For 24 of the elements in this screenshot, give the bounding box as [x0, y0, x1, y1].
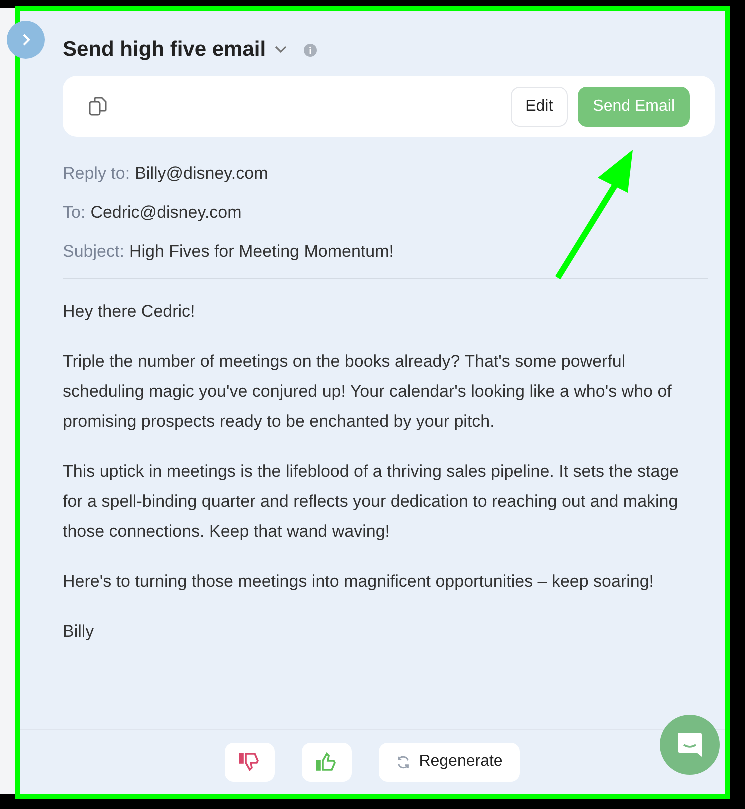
thumbs-up-button[interactable]	[302, 742, 352, 782]
email-paragraph: Billy	[63, 621, 96, 643]
header-value: Billy@disney.com	[135, 163, 268, 185]
email-paragraph: This uptick in meetings is the lifeblood of a thriving sales pipeline. It sets the stage for a spell-binding quarter and reflects your dedication to reaching out and making those connections. Keep that wand waving!	[63, 461, 680, 543]
info-icon[interactable]	[304, 44, 318, 56]
refresh-icon	[396, 754, 412, 770]
thumbs-down-button[interactable]	[225, 742, 276, 782]
panel-title: Send high five email	[63, 37, 266, 64]
edit-button[interactable]: Edit	[510, 86, 568, 126]
chevron-right-icon	[21, 33, 31, 47]
header-value: Cedric@disney.com	[90, 202, 242, 224]
header-value: High Fives for Meeting Momentum!	[129, 241, 394, 263]
email-paragraph: Here's to turning those meetings into magnificent opportunities – keep soaring!	[63, 571, 656, 593]
header-label: Subject:	[63, 241, 124, 263]
header-label: To:	[63, 202, 86, 224]
thumbs-down-icon	[239, 752, 262, 772]
copy-icon[interactable]	[88, 96, 109, 117]
regenerate-button[interactable]: Regenerate	[379, 742, 520, 782]
email-paragraph: Triple the number of meetings on the books already? That's some powerful scheduling magic you've conjured up! Your calendar's looking like a who's who of promising prospects ready to be enchanted by your pitch.	[63, 351, 673, 433]
email-paragraph: Hey there Cedric!	[63, 301, 196, 323]
chevron-down-icon[interactable]	[274, 45, 288, 55]
thumbs-up-icon	[316, 752, 338, 772]
header-label: Reply to:	[63, 163, 130, 185]
chat-icon	[676, 731, 704, 759]
